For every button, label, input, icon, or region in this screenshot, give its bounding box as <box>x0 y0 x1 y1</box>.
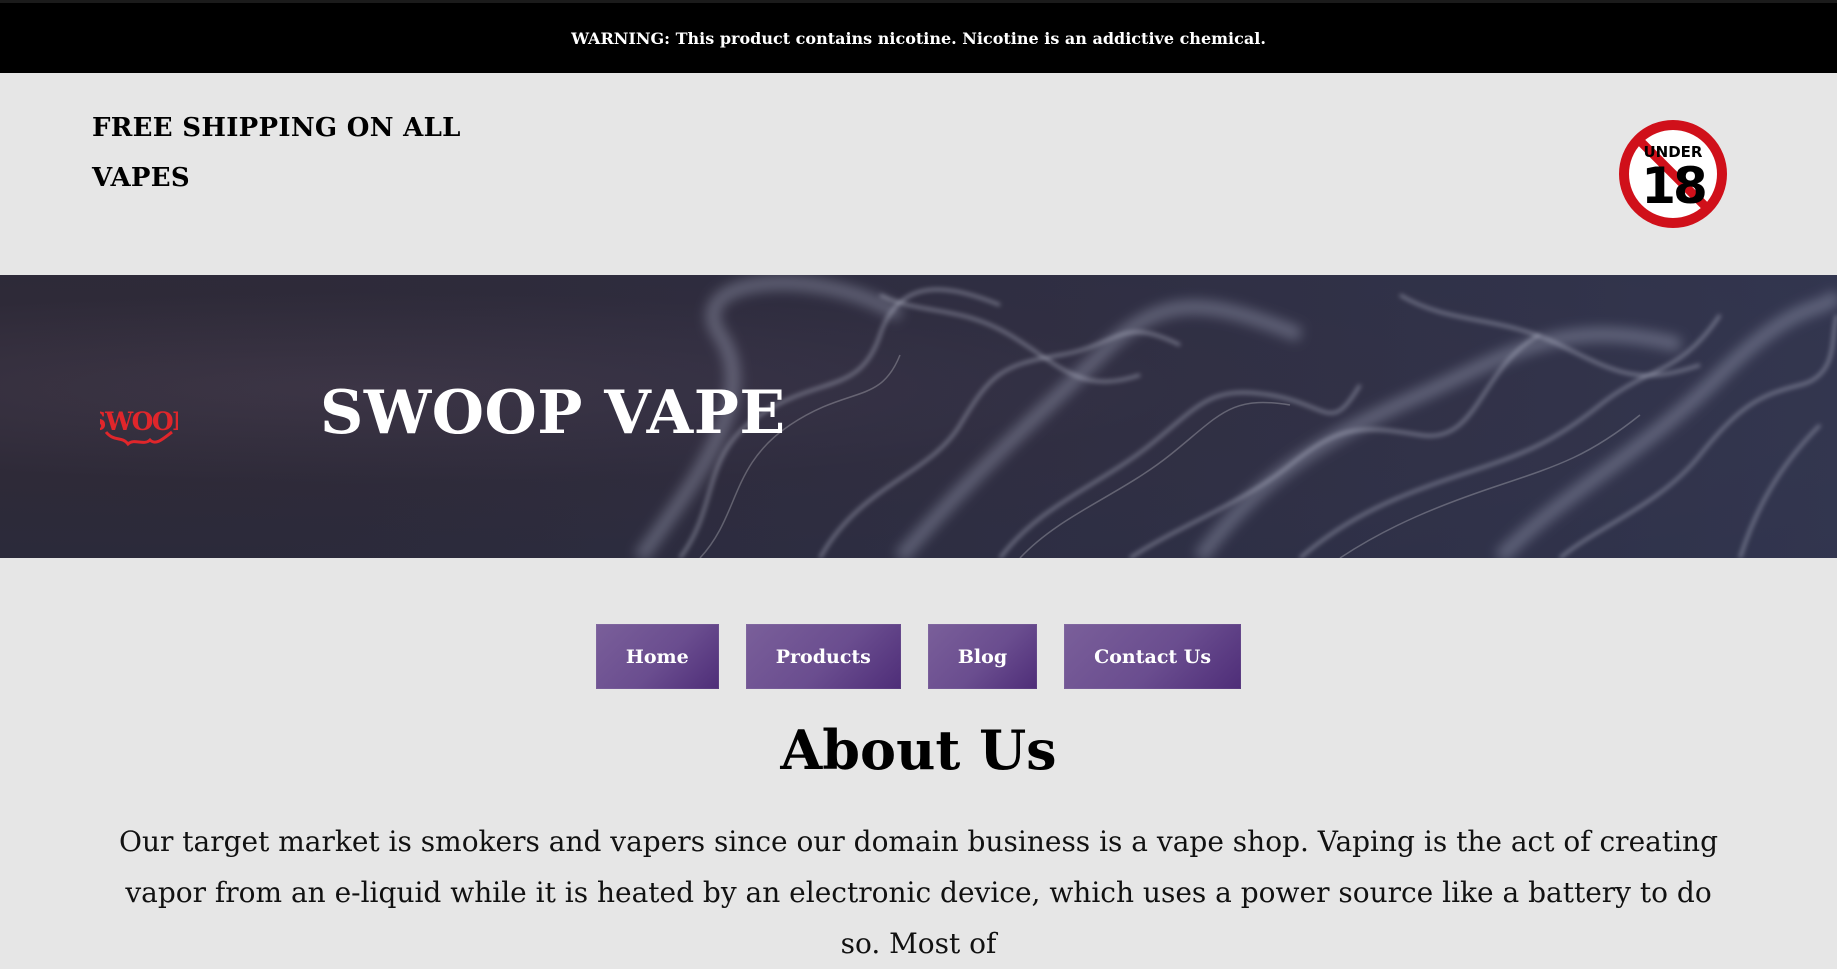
main-nav: Home Products Blog Contact Us <box>0 624 1837 689</box>
nav-home-button[interactable]: Home <box>595 624 719 689</box>
nav-blog-button[interactable]: Blog <box>927 624 1038 689</box>
hero-banner: SWOOP SWOOP VAPE <box>0 275 1837 558</box>
nav-contact-us-button[interactable]: Contact Us <box>1064 624 1242 689</box>
about-us-heading: About Us <box>780 718 1057 782</box>
site-title: SWOOP VAPE <box>320 378 786 448</box>
top-header: FREE SHIPPING ON ALL VAPES UNDER 18 <box>0 73 1837 275</box>
nicotine-warning-bar: WARNING: This product contains nicotine.… <box>0 0 1837 73</box>
free-shipping-text: FREE SHIPPING ON ALL VAPES <box>92 113 461 193</box>
nicotine-warning-text: WARNING: This product contains nicotine.… <box>571 28 1266 48</box>
nav-products-button[interactable]: Products <box>745 624 901 689</box>
swoop-logo-text: SWOOP <box>100 407 178 436</box>
age-badge-number: 18 <box>1641 157 1705 215</box>
smoke-background-image <box>0 275 1837 558</box>
under-18-prohibited-icon: UNDER 18 <box>1618 119 1728 229</box>
about-us-paragraph: Our target market is smokers and vapers … <box>118 825 1718 960</box>
swoop-logo[interactable]: SWOOP <box>89 396 193 452</box>
